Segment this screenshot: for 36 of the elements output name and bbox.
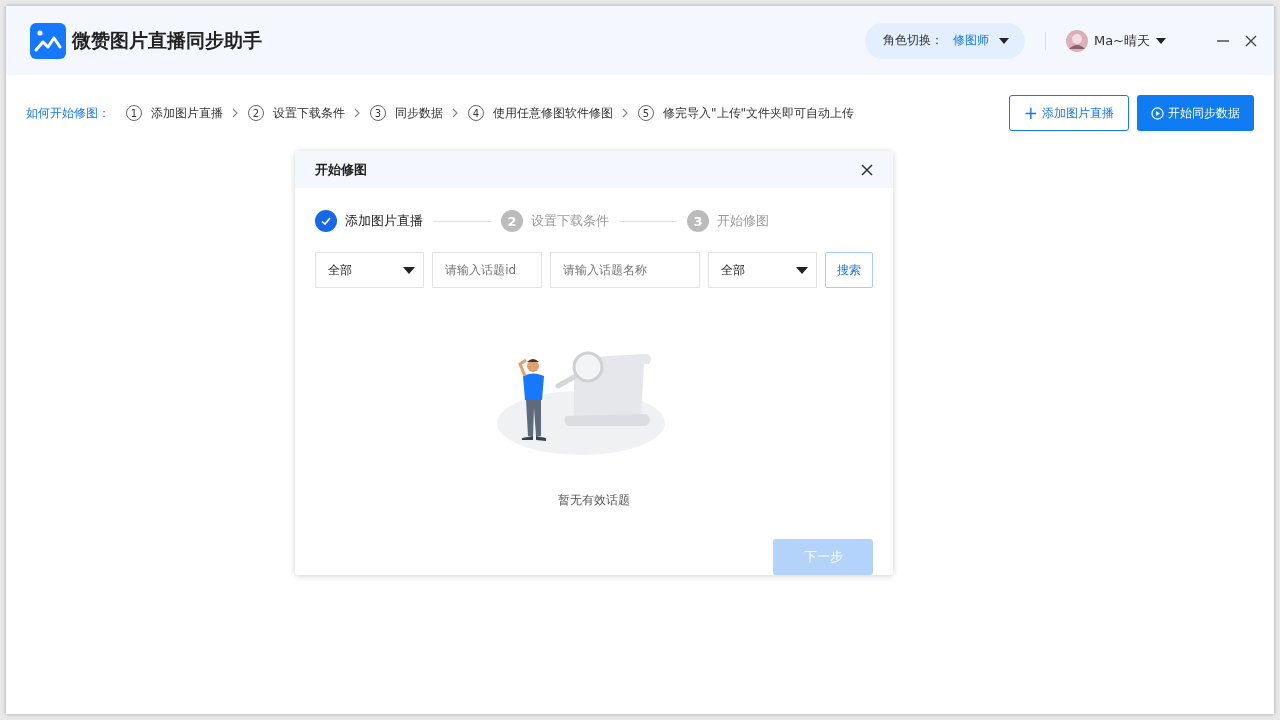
window-title: 微赞图片直播同步助手	[72, 27, 262, 53]
guide-label: 如何开始修图：	[26, 104, 110, 122]
step-number: 3	[687, 210, 709, 232]
empty-message: 暂无有效话题	[558, 492, 630, 509]
step-number: 2	[501, 210, 523, 232]
step-label: 开始修图	[717, 212, 769, 230]
select-dropdown[interactable]: 全部	[708, 252, 818, 288]
close-icon[interactable]	[1244, 33, 1258, 48]
input-field[interactable]: 请输入话题id	[432, 252, 543, 288]
chevron-icon	[452, 108, 458, 118]
caret-icon[interactable]	[796, 266, 809, 274]
search-button[interactable]: 搜索	[825, 252, 873, 288]
role-switch-dropdown[interactable]: 角色切换： 修图师	[864, 22, 1025, 59]
caret-icon[interactable]	[1156, 37, 1166, 44]
input-field[interactable]: 请输入话题名称	[550, 252, 701, 288]
chevron-icon	[622, 108, 628, 118]
step-label: 添加图片直播	[345, 212, 423, 230]
chevron-icon	[354, 108, 360, 118]
play-icon[interactable]	[1151, 106, 1164, 120]
chevron-icon	[232, 108, 238, 118]
step-label: 使用任意修图软件修图	[493, 104, 613, 122]
step-label: 设置下载条件	[273, 104, 345, 122]
add-live-button[interactable]: + 添加图片直播	[1008, 95, 1129, 131]
caret-icon[interactable]	[998, 37, 1009, 44]
caret-icon[interactable]	[403, 266, 416, 274]
step-label: 添加图片直播	[151, 104, 223, 122]
logo-icon	[30, 22, 66, 59]
user-menu[interactable]: Ma~晴天	[1093, 31, 1150, 50]
step-label: 设置下载条件	[531, 212, 609, 230]
select-dropdown[interactable]: 全部	[315, 252, 425, 288]
dialog-title: 开始修图	[315, 160, 367, 179]
start-sync-button[interactable]: 开始同步数据	[1137, 95, 1254, 131]
step-label: 同步数据	[395, 104, 443, 122]
avatar-icon[interactable]	[1065, 29, 1088, 52]
close-icon[interactable]	[861, 163, 873, 176]
step-label: 修完导入"上传"文件夹即可自动上传	[663, 104, 855, 122]
